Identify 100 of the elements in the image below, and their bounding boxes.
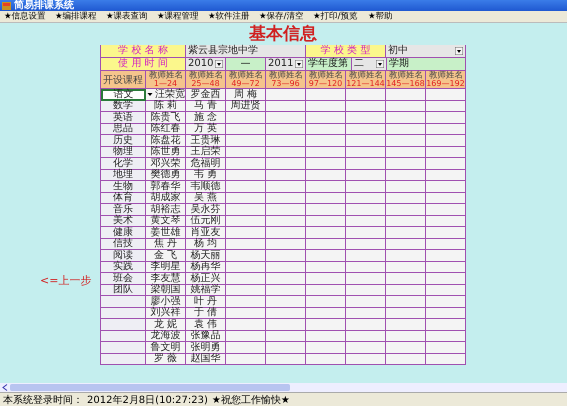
- term-dropdown[interactable]: 二: [352, 58, 387, 71]
- teacher-cell: [306, 192, 346, 204]
- teacher-cell: 姚福学: [186, 284, 226, 296]
- teacher-cell: [346, 296, 386, 308]
- column-label: 教师姓名: [428, 72, 462, 79]
- back-link[interactable]: <=上一步: [40, 273, 92, 288]
- subject-cell[interactable]: 思品: [101, 124, 146, 135]
- column-range: 121—144: [346, 80, 385, 88]
- menu-item[interactable]: ★编排课程: [54, 12, 97, 22]
- teacher-cell: [426, 135, 466, 146]
- subject-cell[interactable]: 团队: [101, 284, 146, 296]
- teacher-cell: [386, 308, 426, 319]
- teacher-cell: [306, 146, 346, 158]
- teacher-cell: [266, 170, 306, 181]
- teacher-cell: 赵国华: [186, 354, 226, 365]
- greeting-text: ★祝您工作愉快★: [212, 394, 290, 406]
- subject-cell[interactable]: 物理: [101, 146, 146, 158]
- teacher-cell: 黄文琴: [146, 216, 186, 227]
- end-year-dropdown[interactable]: 2011: [266, 58, 306, 71]
- subject-cell[interactable]: [101, 319, 146, 330]
- scrollbar-thumb[interactable]: [10, 384, 290, 391]
- dropdown-arrow-icon: [376, 60, 384, 68]
- subject-cell[interactable]: 语文: [101, 89, 146, 100]
- teacher-cell: [226, 273, 266, 284]
- teacher-cell: 肖亚友: [186, 227, 226, 238]
- teacher-cell: [266, 192, 306, 204]
- school-type-dropdown[interactable]: 初中: [386, 45, 466, 58]
- teacher-cell: [306, 342, 346, 354]
- subject-cell[interactable]: 英语: [101, 112, 146, 124]
- teacher-cell: 马 青: [186, 100, 226, 112]
- teacher-cell: [226, 158, 266, 170]
- subject-cell[interactable]: 数学: [101, 100, 146, 112]
- menu-item[interactable]: ★帮助: [368, 12, 392, 22]
- dropdown-arrow-icon: [215, 60, 223, 68]
- subject-cell[interactable]: [101, 296, 146, 308]
- teacher-cell: [226, 135, 266, 146]
- scroll-left-icon[interactable]: [2, 384, 8, 391]
- menu-item[interactable]: ★信息设置: [4, 12, 46, 22]
- subject-cell[interactable]: 班会: [101, 273, 146, 284]
- menu-item[interactable]: ★打印/预览: [313, 12, 358, 22]
- teacher-cell: 周进贤: [226, 100, 266, 112]
- teacher-cell: [426, 296, 466, 308]
- teacher-cell: [266, 250, 306, 262]
- teacher-cell: [386, 284, 426, 296]
- teacher-cell: [386, 319, 426, 330]
- subject-cell[interactable]: [101, 354, 146, 365]
- start-year-dropdown[interactable]: 2010: [186, 58, 226, 71]
- teacher-cell: [386, 238, 426, 250]
- teacher-cell: 杨 均: [186, 238, 226, 250]
- teacher-cell: [386, 330, 426, 342]
- subject-cell[interactable]: 生物: [101, 181, 146, 192]
- subject-cell[interactable]: 美术: [101, 216, 146, 227]
- teacher-cell: 杨正兴: [186, 273, 226, 284]
- subject-cell[interactable]: [101, 342, 146, 354]
- subject-cell[interactable]: 健康: [101, 227, 146, 238]
- teacher-cell: [226, 170, 266, 181]
- subject-cell[interactable]: 信技: [101, 238, 146, 250]
- teacher-cell: 廖小强: [146, 296, 186, 308]
- teacher-cell: [306, 273, 346, 284]
- subject-cell[interactable]: [101, 330, 146, 342]
- teacher-cell: [426, 330, 466, 342]
- teacher-cell: [306, 135, 346, 146]
- teacher-cell: [226, 146, 266, 158]
- subject-cell[interactable]: 音乐: [101, 204, 146, 216]
- subject-cell[interactable]: 历史: [101, 135, 146, 146]
- teacher-cell: 陈盘花: [146, 135, 186, 146]
- login-time: 2012年2月8日(10:27:23): [87, 394, 208, 406]
- teacher-cell: [266, 204, 306, 216]
- teacher-cell: 吴 燕: [186, 192, 226, 204]
- teacher-cell[interactable]: 汪荣宽: [146, 89, 186, 100]
- teacher-cell: [426, 192, 466, 204]
- teacher-cell: [306, 354, 346, 365]
- subject-cell[interactable]: 阅读: [101, 250, 146, 262]
- horizontal-scrollbar[interactable]: [0, 383, 567, 392]
- teacher-cell: 危福明: [186, 158, 226, 170]
- teacher-cell: [386, 216, 426, 227]
- teacher-cell: 胡裕志: [146, 204, 186, 216]
- menu-item[interactable]: ★课程管理: [156, 12, 199, 22]
- subject-cell[interactable]: 地理: [101, 170, 146, 181]
- teacher-cell: 梁朝国: [146, 284, 186, 296]
- menu-item[interactable]: ★保存/清空: [258, 12, 304, 22]
- subject-cell[interactable]: [101, 308, 146, 319]
- school-name-field[interactable]: 紫云县宗地中学: [186, 45, 306, 58]
- teacher-cell: [426, 100, 466, 112]
- teacher-cell: [346, 112, 386, 124]
- label-cell: 学 校 类 型: [306, 45, 386, 58]
- teacher-cell: [306, 181, 346, 192]
- teacher-cell: 李友慧: [146, 273, 186, 284]
- teacher-cell: [306, 158, 346, 170]
- subject-cell[interactable]: 化学: [101, 158, 146, 170]
- teacher-cell: 陈世勇: [146, 146, 186, 158]
- teacher-cell: 龙 妮: [146, 319, 186, 330]
- subject-cell[interactable]: 实践: [101, 262, 146, 273]
- teacher-cell: [346, 238, 386, 250]
- teacher-cell: [266, 262, 306, 273]
- menu-item[interactable]: ★软件注册: [208, 12, 250, 22]
- column-range: 1—24: [154, 80, 178, 88]
- menu-item[interactable]: ★课表查询: [106, 12, 148, 22]
- teacher-cell: [266, 181, 306, 192]
- subject-cell[interactable]: 体育: [101, 192, 146, 204]
